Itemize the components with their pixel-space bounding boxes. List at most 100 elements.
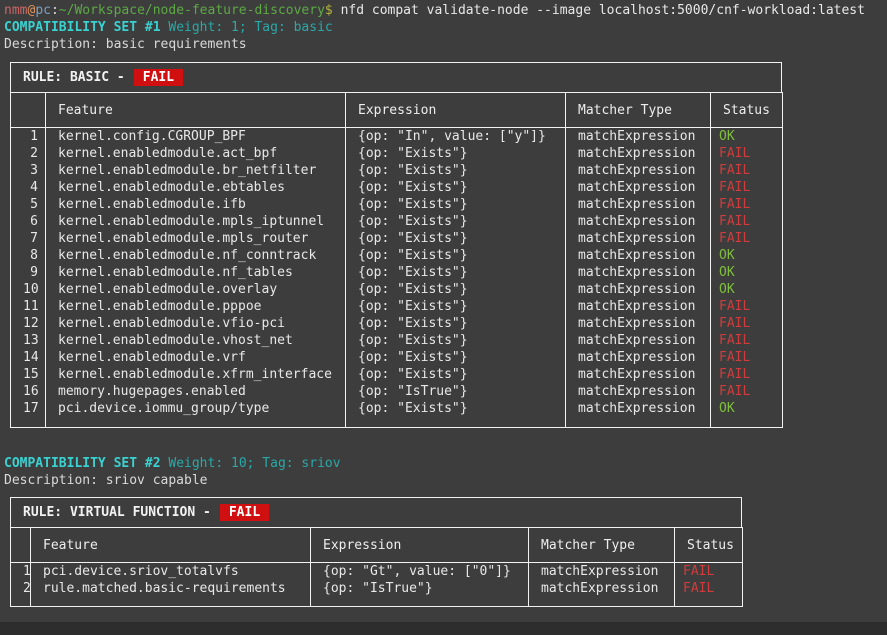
column-header-feature: Feature [31,528,311,563]
rule-label: RULE: VIRTUAL FUNCTION - [23,504,211,521]
expression-cell: {op: "Exists"} [346,315,566,332]
feature-cell: kernel.enabledmodule.nf_tables [46,264,346,281]
row-number: 3 [11,162,46,179]
rule-table-basic: RULE: BASIC - FAIL Feature Expression Ma… [10,62,887,428]
terminal-bottom-edge [0,622,887,635]
table-row: 2 kernel.enabledmodule.act_bpf {op: "Exi… [11,145,783,162]
feature-cell: kernel.enabledmodule.vrf [46,349,346,366]
status-cell: FAIL [711,383,783,400]
expression-cell: {op: "Exists"} [346,332,566,349]
status-cell: OK [711,128,783,146]
row-number: 12 [11,315,46,332]
expression-cell: {op: "Exists"} [346,298,566,315]
table-row: 9 kernel.enabledmodule.nf_tables {op: "E… [11,264,783,281]
feature-cell: kernel.enabledmodule.act_bpf [46,145,346,162]
matcher-cell: matchExpression [566,315,711,332]
table-row: 11 kernel.enabledmodule.pppoe {op: "Exis… [11,298,783,315]
feature-cell: pci.device.sriov_totalvfs [31,563,311,581]
expression-cell: {op: "Exists"} [346,179,566,196]
row-number: 8 [11,247,46,264]
status-cell: FAIL [711,349,783,366]
matcher-cell: matchExpression [566,162,711,179]
status-cell: FAIL [711,179,783,196]
prompt-symbol: $ [325,3,341,18]
row-number: 1 [11,563,31,581]
table-row: 4 kernel.enabledmodule.ebtables {op: "Ex… [11,179,783,196]
compatibility-set-2-header: COMPATIBILITY SET #2 Weight: 10; Tag: sr… [4,455,887,472]
expression-cell: {op: "Exists"} [346,247,566,264]
row-number: 6 [11,213,46,230]
row-number: 9 [11,264,46,281]
terminal-screen[interactable]: nmm@pc:~/Workspace/node-feature-discover… [0,0,887,635]
row-number: 5 [11,196,46,213]
status-cell: FAIL [711,332,783,349]
table-row: 15 kernel.enabledmodule.xfrm_interface {… [11,366,783,383]
status-cell: FAIL [711,315,783,332]
expression-cell: {op: "IsTrue"} [346,383,566,400]
feature-cell: kernel.enabledmodule.pppoe [46,298,346,315]
rule-status-badge: FAIL [220,504,269,521]
feature-cell: kernel.enabledmodule.mpls_router [46,230,346,247]
expression-cell: {op: "Exists"} [346,281,566,298]
expression-cell: {op: "Exists"} [346,196,566,213]
table-row: 6 kernel.enabledmodule.mpls_iptunnel {op… [11,213,783,230]
row-number: 7 [11,230,46,247]
expression-cell: {op: "Exists"} [346,366,566,383]
status-cell: FAIL [711,366,783,383]
set-description: Description: sriov capable [4,472,887,489]
matcher-cell: matchExpression [566,264,711,281]
terminal-prompt-line: nmm@pc:~/Workspace/node-feature-discover… [4,2,887,19]
column-header-index [11,528,31,563]
column-header-status: Status [675,528,743,563]
table-row: 17 pci.device.iommu_group/type {op: "Exi… [11,400,783,428]
status-cell: FAIL [711,196,783,213]
feature-cell: kernel.enabledmodule.nf_conntrack [46,247,346,264]
matcher-cell: matchExpression [529,563,675,581]
expression-cell: {op: "Exists"} [346,230,566,247]
feature-cell: kernel.enabledmodule.br_netfilter [46,162,346,179]
feature-cell: kernel.enabledmodule.vfio-pci [46,315,346,332]
row-number: 10 [11,281,46,298]
row-number: 14 [11,349,46,366]
table-row: 16 memory.hugepages.enabled {op: "IsTrue… [11,383,783,400]
table-row: 14 kernel.enabledmodule.vrf {op: "Exists… [11,349,783,366]
feature-table: Feature Expression Matcher Type Status 1… [10,527,743,607]
rule-table-virtual-function: RULE: VIRTUAL FUNCTION - FAIL Feature Ex… [10,497,887,607]
matcher-cell: matchExpression [566,349,711,366]
expression-cell: {op: "Exists"} [346,145,566,162]
rule-status-badge: FAIL [134,69,183,86]
prompt-path: ~/Workspace/node-feature-discovery [59,3,325,18]
row-number: 1 [11,128,46,146]
status-cell: OK [711,247,783,264]
command-text: nfd compat validate-node --image localho… [341,3,865,18]
matcher-cell: matchExpression [566,145,711,162]
matcher-cell: matchExpression [566,281,711,298]
prompt-separator: : [51,3,59,18]
row-number: 17 [11,400,46,428]
feature-cell: kernel.enabledmodule.ifb [46,196,346,213]
table-row: 1 pci.device.sriov_totalvfs {op: "Gt", v… [11,563,743,581]
prompt-user: nmm [4,3,27,18]
matcher-cell: matchExpression [566,383,711,400]
expression-cell: {op: "Exists"} [346,213,566,230]
rule-label: RULE: BASIC - [23,69,125,86]
status-cell: FAIL [675,563,743,581]
table-row: 8 kernel.enabledmodule.nf_conntrack {op:… [11,247,783,264]
expression-cell: {op: "Exists"} [346,162,566,179]
column-header-row: Feature Expression Matcher Type Status [11,528,743,563]
matcher-cell: matchExpression [566,230,711,247]
column-header-status: Status [711,93,783,128]
matcher-cell: matchExpression [566,366,711,383]
feature-cell: pci.device.iommu_group/type [46,400,346,428]
rule-header: RULE: BASIC - FAIL [10,62,782,93]
feature-cell: kernel.enabledmodule.ebtables [46,179,346,196]
status-cell: FAIL [675,580,743,607]
column-header-index [11,93,46,128]
table-row: 13 kernel.enabledmodule.vhost_net {op: "… [11,332,783,349]
table-row: 12 kernel.enabledmodule.vfio-pci {op: "E… [11,315,783,332]
matcher-cell: matchExpression [529,580,675,607]
status-cell: FAIL [711,213,783,230]
expression-cell: {op: "Gt", value: ["0"]} [311,563,529,581]
set-title: COMPATIBILITY SET #1 [4,20,161,35]
table-row: 7 kernel.enabledmodule.mpls_router {op: … [11,230,783,247]
